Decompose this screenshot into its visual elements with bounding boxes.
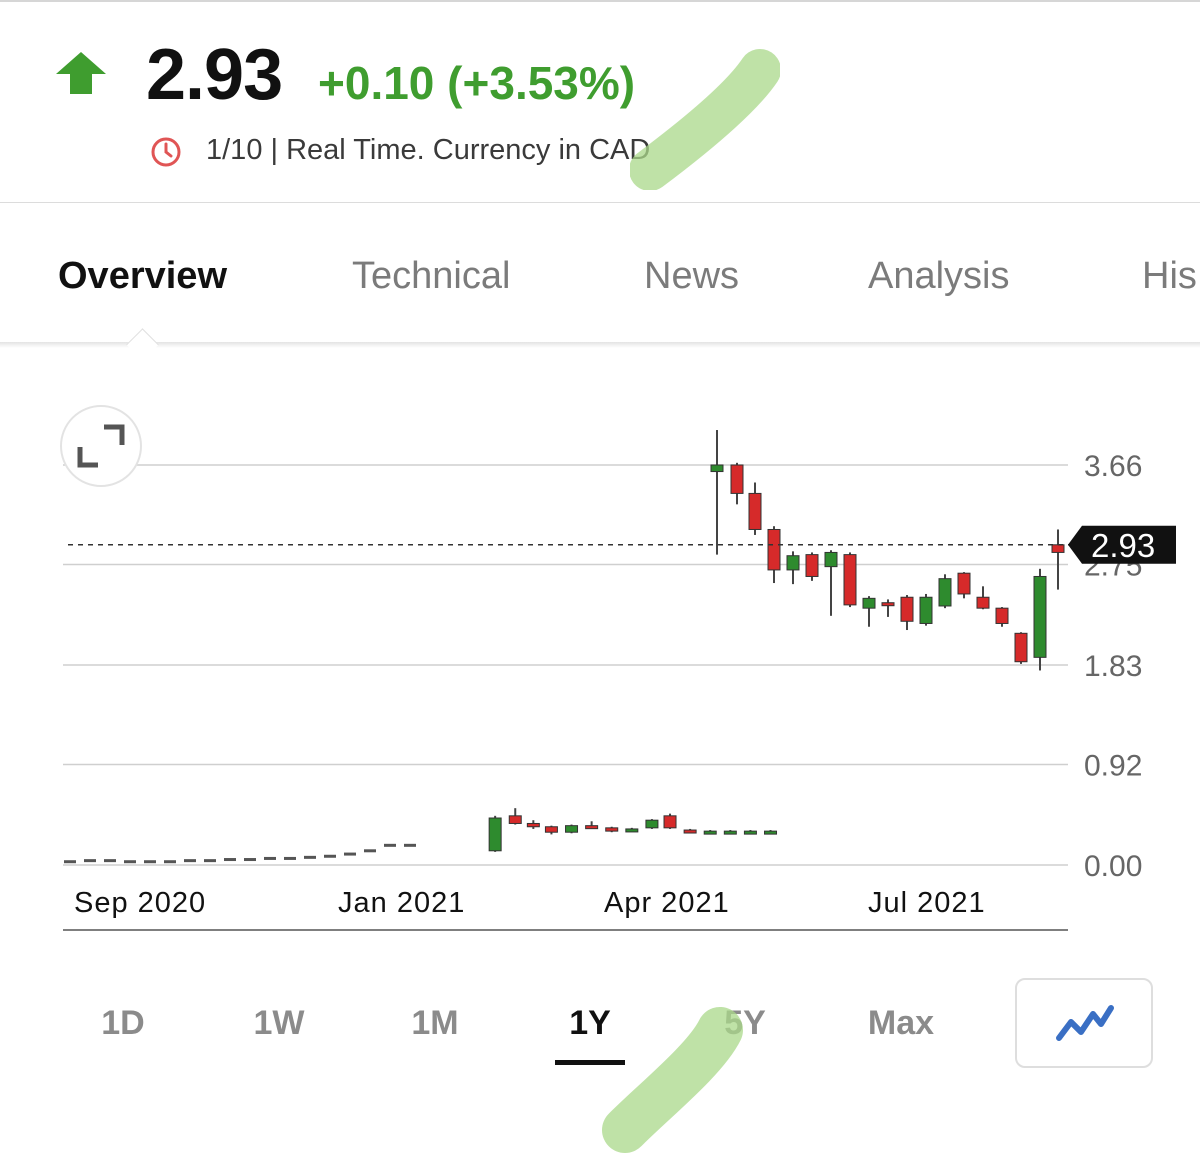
period-1d[interactable]: 1D xyxy=(101,1004,144,1043)
candle-down xyxy=(544,826,558,833)
candle-down xyxy=(900,596,914,622)
candle-down xyxy=(730,464,744,494)
x-tick-label: Sep 2020 xyxy=(74,887,206,919)
candle-up xyxy=(862,597,876,609)
candle-down xyxy=(585,825,599,830)
period-5y[interactable]: 5Y xyxy=(724,1004,766,1043)
candle-down xyxy=(995,607,1009,624)
period-1y[interactable]: 1Y xyxy=(569,1004,611,1043)
candle-up xyxy=(723,830,737,835)
clock-icon xyxy=(151,137,181,167)
y-tick-label: 0.00 xyxy=(1084,850,1142,883)
candle-down xyxy=(805,554,819,577)
chart-type-button[interactable] xyxy=(1015,978,1153,1068)
tab-historical[interactable]: His xyxy=(1142,255,1197,298)
tab-analysis[interactable]: Analysis xyxy=(868,255,1010,298)
candle-down xyxy=(508,815,522,824)
quote-header: 2.93 +0.10 (+3.53%) 1/10 | Real Time. Cu… xyxy=(0,0,1200,202)
up-arrow-icon xyxy=(56,52,106,94)
candle-down xyxy=(1014,632,1028,663)
candle-up xyxy=(703,830,717,835)
tab-news[interactable]: News xyxy=(644,255,739,298)
realtime-status: 1/10 | Real Time. Currency in CAD xyxy=(206,134,651,166)
candle-down xyxy=(663,815,677,829)
candle-up xyxy=(824,551,838,568)
candle-up xyxy=(565,825,579,833)
candle-down xyxy=(767,528,781,571)
price-chart[interactable]: 3.662.751.830.920.00Sep 2020 Jan 2021 Apr … xyxy=(0,380,1200,940)
current-price-label: 2.93 xyxy=(1091,527,1155,564)
candle-up xyxy=(919,596,933,624)
candle-down xyxy=(1051,544,1065,553)
candle-up xyxy=(743,830,757,835)
candle-down xyxy=(526,822,540,828)
candle-down xyxy=(881,602,895,607)
candle-up xyxy=(786,555,800,571)
price: 2.93 xyxy=(146,35,283,115)
candle-up xyxy=(1033,575,1047,658)
candle-down xyxy=(957,572,971,595)
candle-down xyxy=(605,827,619,832)
candle-up xyxy=(764,830,778,835)
x-tick-label: Jan 2021 xyxy=(338,887,465,919)
candle-up xyxy=(625,828,639,833)
tab-overview[interactable]: Overview xyxy=(58,255,227,298)
active-period-underline xyxy=(555,1060,625,1065)
candle-up xyxy=(938,578,952,607)
x-tick-label: Apr 2021 xyxy=(604,887,730,919)
candle-down xyxy=(683,829,697,834)
candle-down xyxy=(976,596,990,609)
period-1m[interactable]: 1M xyxy=(411,1004,458,1043)
candle-up xyxy=(645,819,659,829)
price-change: +0.10 (+3.53%) xyxy=(318,57,636,109)
candle-down xyxy=(748,492,762,530)
y-tick-label: 0.92 xyxy=(1084,749,1142,782)
period-max[interactable]: Max xyxy=(868,1004,934,1043)
tabs-shadow xyxy=(0,342,1200,348)
line-chart-icon xyxy=(1056,1005,1114,1041)
x-tick-label: Jul 2021 xyxy=(868,887,986,919)
expand-icon xyxy=(77,424,125,468)
candle-up xyxy=(710,464,724,473)
y-tick-label: 3.66 xyxy=(1084,450,1142,483)
candle-up xyxy=(488,817,502,852)
expand-chart-button[interactable] xyxy=(60,405,142,487)
period-1w[interactable]: 1W xyxy=(254,1004,305,1043)
y-tick-label: 1.83 xyxy=(1084,650,1142,683)
tab-technical[interactable]: Technical xyxy=(352,255,510,298)
tab-bar: Overview Technical News Analysis His xyxy=(0,203,1200,343)
candle-down xyxy=(843,554,857,606)
